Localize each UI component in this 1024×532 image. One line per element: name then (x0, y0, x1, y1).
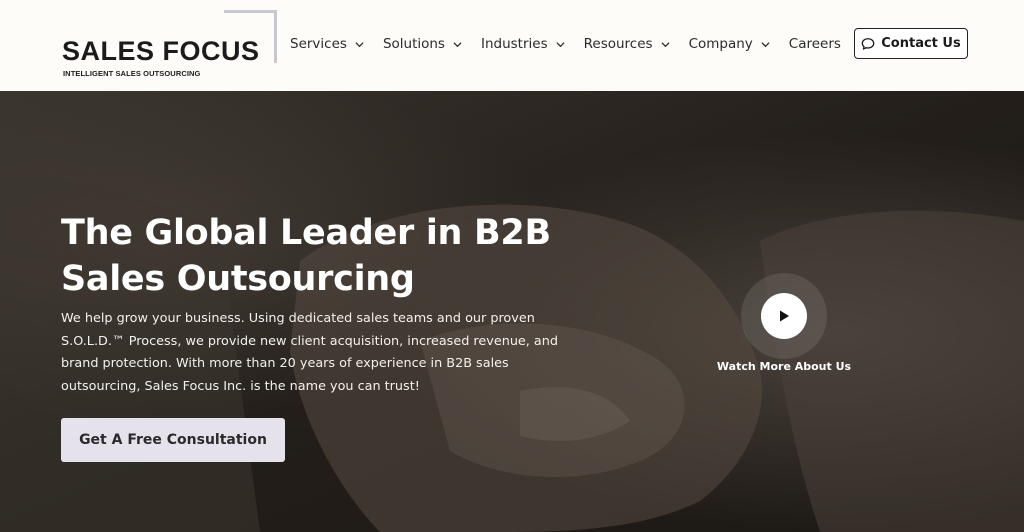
nav-item-solutions[interactable]: Solutions (383, 36, 462, 52)
nav-item-careers[interactable]: Careers (789, 36, 841, 52)
hero-title: The Global Leader in B2B Sales Outsourci… (61, 210, 601, 302)
watch-video-label[interactable]: Watch More About Us (704, 360, 864, 373)
play-icon (780, 310, 789, 322)
nav-item-industries[interactable]: Industries (481, 36, 565, 52)
free-consultation-button[interactable]: Get A Free Consultation (61, 418, 285, 462)
nav-label: Services (290, 36, 347, 52)
hero-description-line3: brand protection. With more than 20 year… (61, 356, 509, 371)
brand-tagline: INTELLIGENT SALES OUTSOURCING (63, 69, 201, 78)
nav-label: Industries (480, 36, 548, 52)
nav-item-resources[interactable]: Resources (584, 36, 670, 52)
watch-video-button[interactable] (741, 273, 827, 359)
hero-section: The Global Leader in B2B Sales Outsourci… (0, 91, 1024, 532)
nav-item-services[interactable]: Services (290, 36, 364, 52)
site-header: SALES FOCUS INTELLIGENT SALES OUTSOURCIN… (0, 0, 1024, 91)
hero-title-line2: Sales Outsourcing (61, 259, 415, 299)
hero-description-line2: S.O.L.D.™ Process, we provide new client… (61, 333, 559, 349)
nav-label: Careers (788, 36, 841, 52)
chevron-down-icon (761, 41, 770, 47)
chevron-down-icon (355, 41, 364, 47)
contact-us-button[interactable]: Contact Us (854, 28, 968, 59)
chevron-down-icon (661, 41, 670, 47)
main-nav: Services Solutions Industries Resources … (290, 33, 860, 55)
nav-item-company[interactable]: Company (689, 36, 770, 52)
brand-logo[interactable]: SALES FOCUS INTELLIGENT SALES OUTSOURCIN… (62, 10, 282, 82)
hero-description-line1: We help grow your business. Using dedica… (61, 311, 535, 326)
chevron-down-icon (556, 41, 565, 47)
chevron-down-icon (453, 41, 462, 47)
nav-label: Company (688, 36, 753, 52)
hero-description: We help grow your business. Using dedica… (61, 308, 561, 398)
hero-title-line1: The Global Leader in B2B (61, 213, 551, 253)
nav-label: Resources (583, 36, 653, 52)
free-consultation-label: Get A Free Consultation (79, 432, 267, 448)
hero-description-line4: outsourcing, Sales Focus Inc. is the nam… (61, 378, 420, 394)
chat-bubble-icon (861, 37, 875, 50)
nav-label: Solutions (382, 36, 445, 52)
contact-us-label: Contact Us (881, 36, 961, 51)
play-button-circle[interactable] (761, 293, 807, 339)
brand-name: SALES FOCUS (62, 36, 260, 66)
